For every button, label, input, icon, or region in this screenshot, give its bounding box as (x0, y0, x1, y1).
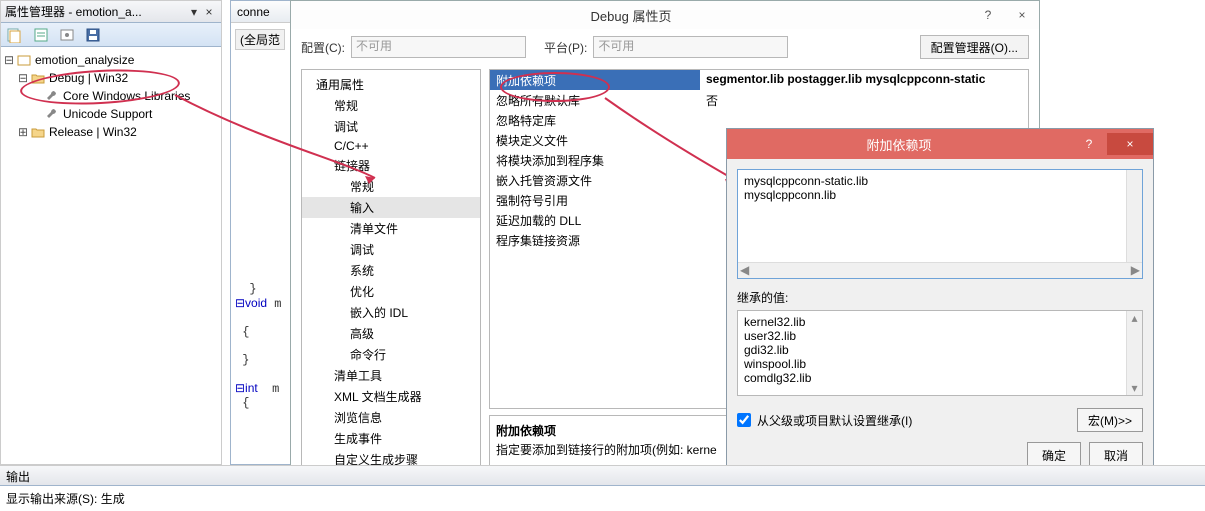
inherit-item: comdlg32.lib (744, 371, 1136, 385)
dep-line: mysqlcppconn-static.lib (744, 174, 1136, 188)
inherit-label: 继承的值: (737, 289, 1143, 306)
code-line: } (235, 282, 295, 296)
expand-icon[interactable]: ⊞ (17, 125, 29, 139)
cat-cpp[interactable]: C/C++ (302, 137, 480, 155)
pm-header: 属性管理器 - emotion_a... ▾ × (1, 1, 221, 23)
inherit-item: winspool.lib (744, 357, 1136, 371)
scope-combo[interactable]: (全局范 (235, 29, 285, 50)
tb-icon-3[interactable] (59, 27, 75, 43)
config-select[interactable]: 不可用 (351, 36, 526, 58)
output-header: 输出 (0, 466, 1205, 486)
code-line: ⊟int m (235, 381, 295, 396)
inherit-checkbox[interactable] (737, 413, 751, 427)
help-button[interactable]: ? (1071, 133, 1107, 155)
cat-debug[interactable]: 调试 (302, 116, 480, 137)
cat-linker[interactable]: 链接器 (302, 155, 480, 176)
tree-release-win32[interactable]: ⊞Release | Win32 (3, 123, 219, 141)
config-row: 配置(C): 不可用 平台(P): 不可用 配置管理器(O)... (291, 29, 1039, 69)
inherit-item: gdi32.lib (744, 343, 1136, 357)
code-line (235, 367, 295, 381)
code-tab[interactable]: conne (231, 1, 299, 23)
cat-linker-cmdline[interactable]: 命令行 (302, 344, 480, 365)
tb-icon-1[interactable] (7, 27, 23, 43)
output-source-value[interactable]: 生成 (101, 492, 125, 506)
code-line: { (235, 325, 295, 339)
dep-line: mysqlcppconn.lib (744, 188, 1136, 202)
deps-textarea[interactable]: mysqlcppconn-static.lib mysqlcppconn.lib… (737, 169, 1143, 279)
pm-title: 属性管理器 - emotion_a... (5, 3, 187, 20)
cat-linker-system[interactable]: 系统 (302, 260, 480, 281)
output-panel: 输出 显示输出来源(S): 生成 (0, 465, 1205, 509)
scrollbar-vertical[interactable] (1126, 170, 1142, 262)
help-button[interactable]: ? (971, 4, 1005, 26)
code-line (235, 311, 295, 325)
code-line: } (235, 353, 295, 367)
collapse-icon[interactable]: ⊟ (3, 53, 15, 67)
pm-toolbar (1, 23, 221, 47)
platform-label: 平台(P): (544, 39, 587, 56)
cat-browse[interactable]: 浏览信息 (302, 407, 480, 428)
category-tree[interactable]: 通用属性 常规 调试 C/C++ 链接器 常规 输入 清单文件 调试 系统 优化… (301, 69, 481, 471)
inherit-item: user32.lib (744, 329, 1136, 343)
cat-linker-advanced[interactable]: 高级 (302, 323, 480, 344)
cat-manifest-tool[interactable]: 清单工具 (302, 365, 480, 386)
modal-title: 附加依赖项 (727, 135, 1071, 154)
cat-linker-regular[interactable]: 常规 (302, 176, 480, 197)
close-button[interactable]: × (1107, 133, 1153, 155)
close-icon[interactable]: × (201, 5, 217, 19)
scrollbar-horizontal[interactable]: ◀▶ (738, 262, 1142, 278)
cat-buildevt[interactable]: 生成事件 (302, 428, 480, 449)
dialog-titlebar[interactable]: Debug 属性页 ? × (291, 1, 1039, 29)
inherit-checkbox-label: 从父级或项目默认设置继承(I) (757, 412, 912, 429)
tb-icon-2[interactable] (33, 27, 49, 43)
config-manager-button[interactable]: 配置管理器(O)... (920, 35, 1029, 59)
grid-row[interactable]: 忽略特定库 (490, 110, 1028, 130)
macro-button[interactable]: 宏(M)>> (1077, 408, 1143, 432)
cat-linker-input[interactable]: 输入 (302, 197, 480, 218)
annotation-circle-2 (500, 72, 610, 102)
folder-icon (31, 125, 45, 139)
modal-titlebar[interactable]: 附加依赖项 ? × (727, 129, 1153, 159)
platform-select[interactable]: 不可用 (593, 36, 788, 58)
inherit-listbox[interactable]: kernel32.lib user32.lib gdi32.lib winspo… (737, 310, 1143, 396)
close-button[interactable]: × (1005, 4, 1039, 26)
cat-linker-idl[interactable]: 嵌入的 IDL (302, 302, 480, 323)
output-source-label: 显示输出来源(S): (6, 492, 97, 506)
code-line (235, 339, 295, 353)
cat-regular1[interactable]: 常规 (302, 95, 480, 116)
cat-general[interactable]: 通用属性 (302, 74, 480, 95)
project-icon (17, 53, 31, 67)
config-label: 配置(C): (301, 39, 345, 56)
wrench-icon (45, 107, 59, 121)
save-icon[interactable] (85, 27, 101, 43)
scrollbar-vertical[interactable]: ▴▾ (1126, 311, 1142, 395)
cat-linker-debug[interactable]: 调试 (302, 239, 480, 260)
tree-unicode[interactable]: Unicode Support (3, 105, 219, 123)
inherit-item: kernel32.lib (744, 315, 1136, 329)
code-line: { (235, 396, 295, 410)
dropdown-icon[interactable]: ▾ (187, 5, 201, 19)
code-line: ⊟void m (235, 296, 295, 311)
cat-linker-manifest[interactable]: 清单文件 (302, 218, 480, 239)
additional-deps-modal: 附加依赖项 ? × mysqlcppconn-static.lib mysqlc… (726, 128, 1154, 479)
tree-root[interactable]: ⊟emotion_analysize (3, 51, 219, 69)
cat-xmlgen[interactable]: XML 文档生成器 (302, 386, 480, 407)
output-source-row: 显示输出来源(S): 生成 (0, 486, 1205, 511)
cat-linker-optimize[interactable]: 优化 (302, 281, 480, 302)
dialog-title: Debug 属性页 (291, 6, 971, 25)
